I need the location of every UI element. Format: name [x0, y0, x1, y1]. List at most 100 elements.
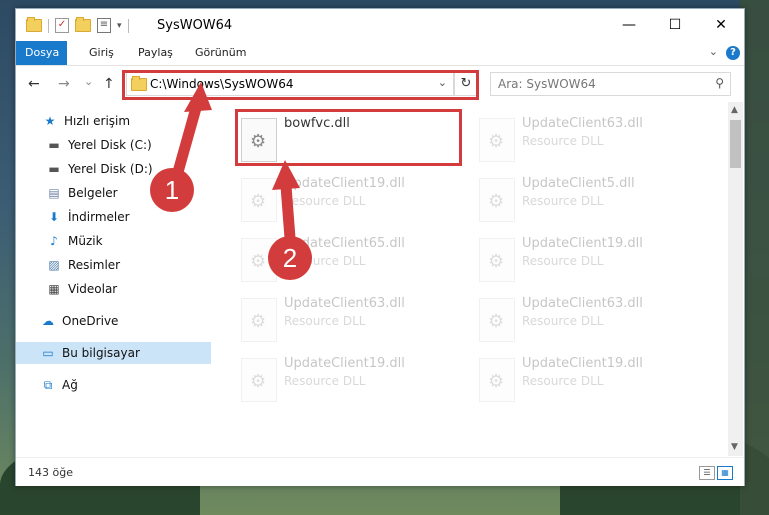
file-type: Resource DLL — [522, 254, 604, 268]
customize-toolbar-icon[interactable]: ≡ — [97, 18, 111, 33]
navigation-pane: ★ Hızlı erişim ▬ Yerel Disk (C:) 📌 ▬ Yer… — [16, 102, 237, 456]
divider — [127, 18, 129, 33]
videos-icon: ▦ — [48, 282, 60, 296]
sidebar-item-local-disk-d[interactable]: ▬ Yerel Disk (D:) 📌 — [16, 158, 241, 180]
ribbon-tabs: Dosya Giriş Paylaş Görünüm ⌄ ? — [16, 41, 744, 66]
dll-file-icon — [479, 178, 515, 222]
callout-2: 2 — [268, 236, 312, 280]
file-name: UpdateClient63.dll — [522, 296, 643, 311]
file-type: Resource DLL — [284, 374, 366, 388]
file-name: UpdateClient19.dll — [522, 356, 643, 371]
dll-file-icon — [479, 118, 515, 162]
dll-file-icon — [241, 178, 277, 222]
sidebar-item-local-disk-c[interactable]: ▬ Yerel Disk (C:) 📌 — [16, 134, 241, 156]
address-highlight-box — [122, 70, 479, 100]
scrollbar-thumb[interactable] — [730, 120, 741, 168]
file-type: Resource DLL — [522, 314, 604, 328]
sidebar-item-downloads[interactable]: ⬇ İndirmeler 📌 — [16, 206, 241, 228]
sidebar-item-label: OneDrive — [62, 314, 119, 328]
forward-button[interactable]: → — [58, 76, 70, 92]
music-icon: ♪ — [50, 234, 58, 248]
computer-icon: ▭ — [42, 346, 54, 360]
minimize-button[interactable]: — — [606, 9, 652, 41]
file-name: UpdateClient63.dll — [522, 116, 643, 131]
callout-1: 1 — [150, 168, 194, 212]
sidebar-item-label: Hızlı erişim — [64, 114, 131, 128]
file-type: Resource DLL — [522, 374, 604, 388]
item-count: 143 öğe — [28, 466, 73, 479]
scroll-up-icon[interactable]: ▲ — [731, 105, 738, 115]
recent-locations-button[interactable]: ⌄ — [84, 75, 93, 88]
dll-file-icon — [241, 358, 277, 402]
pictures-icon: ▨ — [48, 258, 60, 272]
chevron-down-icon[interactable]: ⌄ — [709, 45, 718, 58]
file-name: UpdateClient19.dll — [284, 176, 405, 191]
sidebar-item-documents[interactable]: ▤ Belgeler 📌 — [16, 182, 241, 204]
scroll-down-icon[interactable]: ▼ — [731, 442, 738, 452]
help-icon[interactable]: ? — [726, 46, 740, 60]
file-type: Resource DLL — [284, 194, 366, 208]
tab-share[interactable]: Paylaş — [126, 41, 185, 65]
sidebar-item-label: Ağ — [62, 378, 78, 392]
search-placeholder: Ara: SysWOW64 — [498, 77, 596, 91]
file-item[interactable]: UpdateClient63.dll Resource DLL — [475, 114, 695, 164]
large-icons-view-icon[interactable]: ▦ — [717, 466, 733, 480]
sidebar-item-label: Yerel Disk (C:) — [68, 138, 152, 152]
sidebar-item-network[interactable]: ⧉ Ağ — [16, 374, 235, 396]
file-item[interactable]: UpdateClient19.dll Resource DLL — [475, 234, 695, 284]
sidebar-item-pictures[interactable]: ▨ Resimler 📌 — [16, 254, 241, 276]
quick-access-toolbar: ✓ ≡ ▾ — [26, 17, 129, 33]
file-item[interactable]: UpdateClient19.dll Resource DLL — [237, 354, 457, 404]
sidebar-item-label: Belgeler — [68, 186, 118, 200]
dll-file-icon — [241, 298, 277, 342]
file-name: UpdateClient5.dll — [522, 176, 635, 191]
dll-file-icon — [479, 298, 515, 342]
drive-icon: ▬ — [48, 162, 60, 176]
sidebar-item-videos[interactable]: ▦ Videolar 📌 — [16, 278, 241, 300]
sidebar-item-quick-access[interactable]: ★ Hızlı erişim — [16, 110, 237, 132]
back-button[interactable]: ← — [28, 76, 40, 92]
new-folder-icon[interactable] — [75, 17, 91, 32]
vertical-scrollbar[interactable]: ▲ ▼ — [728, 102, 743, 456]
dll-file-icon — [479, 238, 515, 282]
search-input[interactable]: Ara: SysWOW64 ⚲ — [490, 72, 731, 96]
properties-icon[interactable]: ✓ — [55, 18, 69, 33]
dll-file-icon — [479, 358, 515, 402]
window-title: SysWOW64 — [157, 18, 233, 33]
file-item[interactable]: UpdateClient63.dll Resource DLL — [475, 294, 695, 344]
file-type: Resource DLL — [284, 314, 366, 328]
file-item[interactable]: UpdateClient19.dll Resource DLL — [237, 174, 457, 224]
sidebar-item-label: Videolar — [68, 282, 118, 296]
downloads-icon: ⬇ — [48, 210, 60, 224]
sidebar-item-label: Yerel Disk (D:) — [68, 162, 153, 176]
sidebar-item-label: İndirmeler — [68, 210, 130, 224]
drive-icon: ▬ — [48, 138, 60, 152]
tab-view[interactable]: Görünüm — [183, 41, 258, 65]
sidebar-item-onedrive[interactable]: ☁ OneDrive — [16, 310, 235, 332]
sidebar-item-this-pc[interactable]: ▭ Bu bilgisayar — [16, 342, 211, 364]
file-highlight-box — [235, 109, 462, 166]
search-icon[interactable]: ⚲ — [715, 76, 724, 90]
star-icon: ★ — [44, 114, 56, 128]
file-item[interactable]: UpdateClient63.dll Resource DLL — [237, 294, 457, 344]
folder-icon — [26, 17, 42, 32]
file-type: Resource DLL — [522, 194, 604, 208]
title-bar: ✓ ≡ ▾ SysWOW64 — ☐ ✕ — [16, 9, 744, 41]
close-button[interactable]: ✕ — [698, 9, 744, 41]
documents-icon: ▤ — [48, 186, 60, 200]
details-view-icon[interactable]: ☰ — [699, 466, 715, 480]
network-icon: ⧉ — [43, 377, 53, 392]
file-item[interactable]: UpdateClient5.dll Resource DLL — [475, 174, 695, 224]
chevron-down-icon[interactable]: ▾ — [117, 21, 122, 31]
divider — [48, 18, 49, 33]
up-button[interactable]: ↑ — [103, 76, 115, 92]
sidebar-item-music[interactable]: ♪ Müzik 📌 — [16, 230, 241, 252]
file-name: UpdateClient19.dll — [522, 236, 643, 251]
cloud-icon: ☁ — [42, 314, 54, 328]
maximize-button[interactable]: ☐ — [652, 9, 698, 41]
tab-file[interactable]: Dosya — [16, 41, 67, 65]
sidebar-item-label: Bu bilgisayar — [62, 346, 140, 360]
file-item[interactable]: UpdateClient19.dll Resource DLL — [475, 354, 695, 404]
tab-home[interactable]: Giriş — [77, 41, 126, 65]
file-type: Resource DLL — [522, 134, 604, 148]
